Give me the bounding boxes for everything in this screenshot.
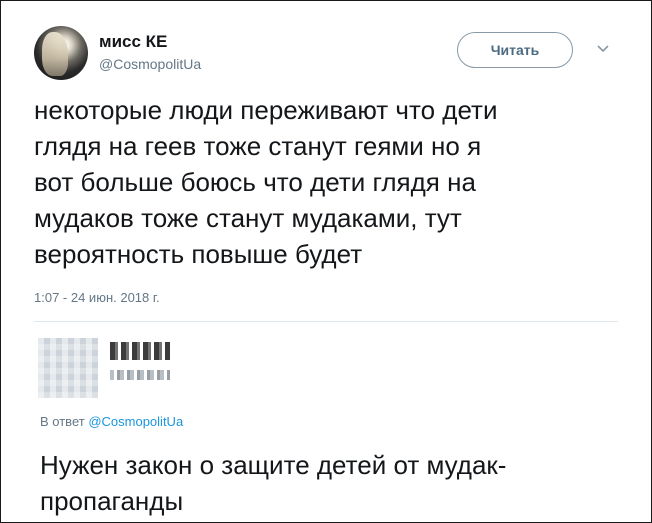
avatar-photo [42,32,68,76]
in-reply-prefix: В ответ [40,414,85,429]
tweet-text: некоторые люди переживают что дети глядя… [34,95,498,269]
original-tweet: мисс КЕ @CosmopolitUa Читать некоторые л… [0,0,652,320]
tweet-timestamp[interactable]: 1:07 - 24 июн. 2018 г. [34,290,160,305]
reply-avatar-pixelated [38,338,98,398]
reply-author-name-pixelated [110,342,170,360]
in-reply-handle-link[interactable]: @CosmopolitUa [88,414,183,429]
author-name[interactable]: мисс КЕ [99,32,167,52]
divider [34,321,618,322]
follow-button[interactable]: Читать [457,32,573,68]
chevron-down-icon[interactable] [595,42,611,56]
in-reply-to: В ответ @CosmopolitUa [40,414,183,429]
author-avatar[interactable] [34,26,88,80]
reply-text: Нужен закон о защите детей от мудак- про… [40,450,507,516]
reply-author-handle-pixelated [110,370,170,380]
author-handle[interactable]: @CosmopolitUa [99,56,201,72]
